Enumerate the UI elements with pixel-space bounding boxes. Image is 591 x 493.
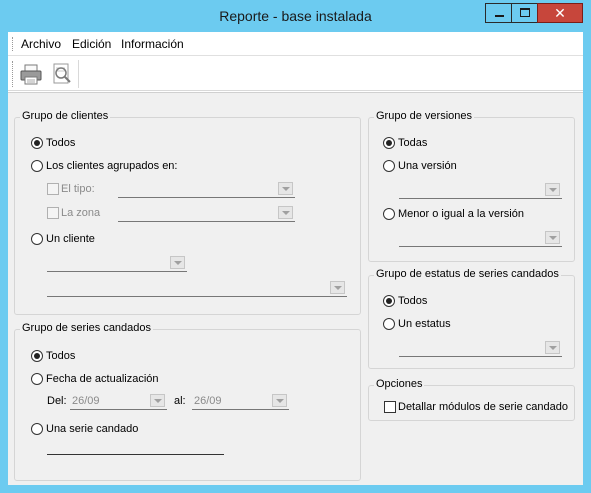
minimize-icon [495,15,504,17]
printer-icon [20,64,42,85]
label-del: Del: [47,395,67,407]
label-una-version: Una versión [398,160,457,172]
label-clientes-todos: Todos [46,137,76,149]
menu-archivo[interactable]: Archivo [21,37,61,51]
label-un-cliente: Un cliente [46,233,95,245]
toolbar-grip[interactable] [12,61,14,87]
cliente-combo[interactable] [47,254,187,272]
label-series-todos: Todos [46,350,76,362]
estatus-combo[interactable] [399,339,562,357]
group-versiones: Grupo de versiones Todas Una versión Men… [368,110,575,262]
menu-grip[interactable] [12,37,14,51]
radio-un-estatus[interactable] [383,318,395,330]
group-estatus: Grupo de estatus de series candados Todo… [368,268,575,369]
group-clientes: Grupo de clientes Todos Los clientes agr… [14,110,361,315]
chevron-down-icon[interactable] [330,281,345,294]
radio-clientes-agrupados[interactable] [31,160,43,172]
radio-versiones-todas[interactable] [383,137,395,149]
chevron-down-icon[interactable] [278,206,293,219]
report-options-panel: Grupo de clientes Todos Los clientes agr… [8,92,583,485]
label-fecha-actualizacion: Fecha de actualización [46,373,159,385]
chevron-down-icon[interactable] [545,183,560,196]
radio-fecha-actualizacion[interactable] [31,373,43,385]
chevron-down-icon[interactable] [170,256,185,269]
radio-estatus-todos[interactable] [383,295,395,307]
fecha-al-value: 26/09 [194,395,222,407]
label-al: al: [174,395,186,407]
label-estatus-todos: Todos [398,295,428,307]
radio-un-cliente[interactable] [31,233,43,245]
zona-combo[interactable] [118,204,295,222]
close-icon: ✕ [554,5,566,21]
radio-menor-igual-version[interactable] [383,208,395,220]
radio-series-todos[interactable] [31,350,43,362]
minimize-button[interactable] [485,3,512,23]
chevron-down-icon[interactable] [278,182,293,195]
chevron-down-icon[interactable] [545,231,560,244]
label-un-estatus: Un estatus [398,318,451,330]
group-series-title: Grupo de series candados [20,322,154,334]
cliente-detail-combo[interactable] [47,279,347,297]
group-estatus-title: Grupo de estatus de series candados [374,268,561,280]
fecha-al-picker[interactable]: 26/09 [192,392,289,410]
title-bar[interactable]: Reporte - base instalada ✕ [0,0,591,32]
group-opciones-title: Opciones [374,378,425,390]
label-versiones-todas: Todas [398,137,428,149]
toolbar-separator [78,60,79,88]
radio-clientes-todos[interactable] [31,137,43,149]
chevron-down-icon[interactable] [545,341,560,354]
fecha-del-picker[interactable]: 26/09 [70,392,167,410]
label-menor-igual-version: Menor o igual a la versión [398,208,524,220]
label-tipo: El tipo: [61,183,95,195]
maximize-button[interactable] [511,3,538,23]
group-clientes-title: Grupo de clientes [20,110,111,122]
menu-edicion[interactable]: Edición [72,37,111,51]
report-window: Reporte - base instalada ✕ Archivo Edici… [0,0,591,493]
radio-una-serie[interactable] [31,423,43,435]
radio-una-version[interactable] [383,160,395,172]
chevron-down-icon[interactable] [150,394,165,407]
fecha-del-value: 26/09 [72,395,100,407]
window-client-area: Archivo Edición Información Grupo de cli… [8,32,583,485]
label-zona: La zona [61,207,101,219]
menu-bar: Archivo Edición Información [8,32,583,56]
group-series: Grupo de series candados Todos Fecha de … [14,322,361,481]
close-button[interactable]: ✕ [537,3,583,23]
checkbox-zona[interactable] [47,207,59,219]
print-button[interactable] [17,60,45,88]
print-preview-icon [53,63,71,84]
label-una-serie: Una serie candado [46,423,139,435]
maximize-icon [520,8,530,17]
group-opciones: Opciones Detallar módulos de serie canda… [368,378,575,421]
serie-candado-input[interactable] [47,454,224,455]
menu-informacion[interactable]: Información [121,37,184,51]
version-combo[interactable] [399,181,562,199]
checkbox-tipo[interactable] [47,183,59,195]
label-detallar-modulos: Detallar módulos de serie candado [398,401,568,413]
tipo-combo[interactable] [118,180,295,198]
print-preview-button[interactable] [48,60,76,88]
label-clientes-agrupados: Los clientes agrupados en: [46,160,178,172]
version-max-combo[interactable] [399,229,562,247]
checkbox-detallar-modulos[interactable] [384,401,396,413]
group-versiones-title: Grupo de versiones [374,110,474,122]
toolbar [8,57,583,91]
chevron-down-icon[interactable] [272,394,287,407]
